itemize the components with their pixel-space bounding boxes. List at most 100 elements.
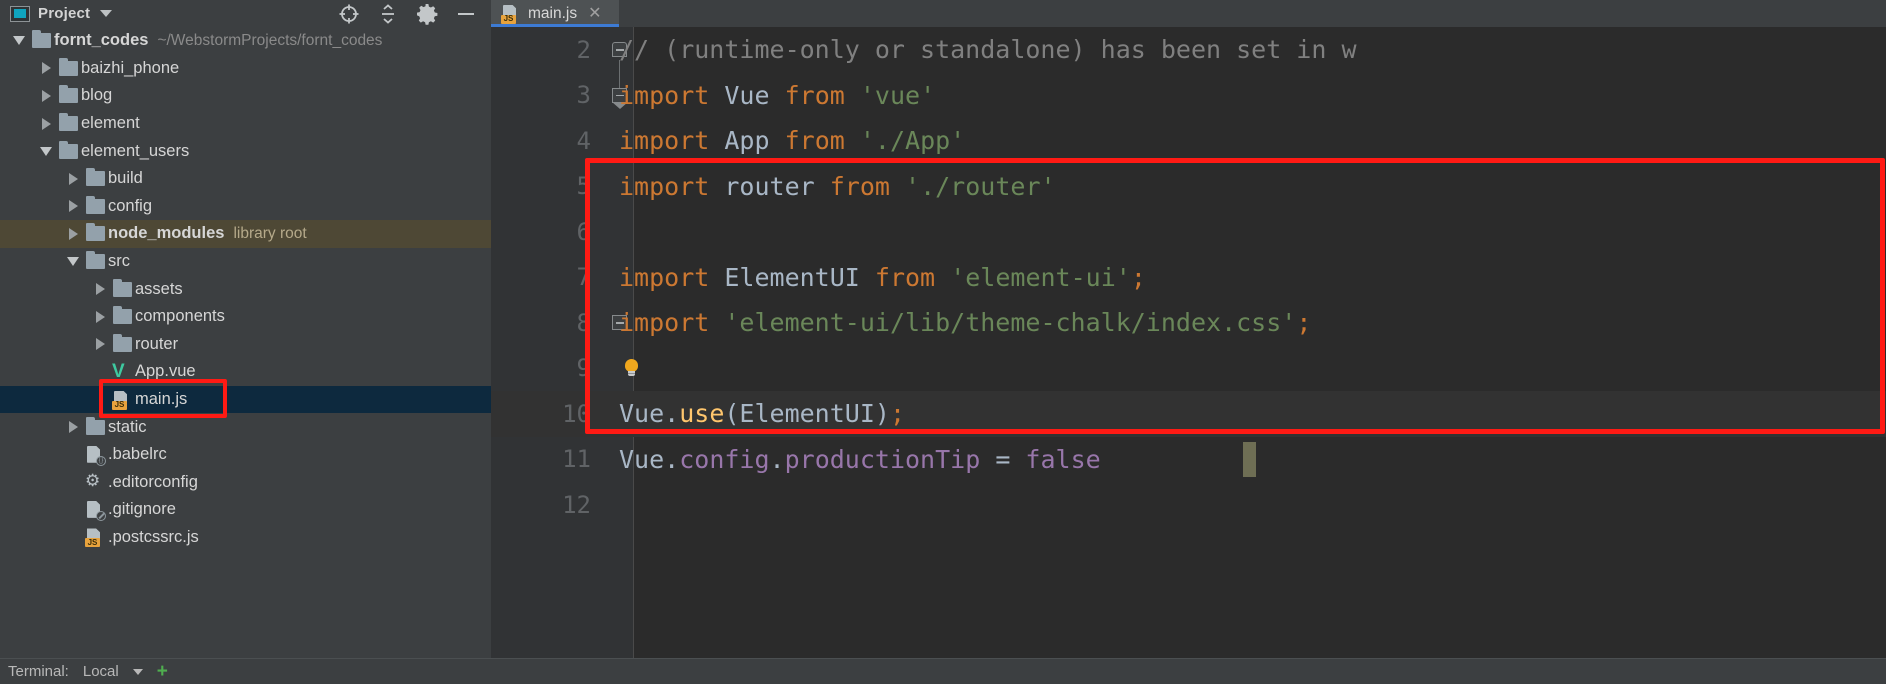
line-number: 8: [576, 308, 591, 337]
code-line-text: import App from './App': [619, 126, 966, 156]
tree-item-src[interactable]: src: [0, 248, 491, 276]
ignored-file-icon: [82, 500, 108, 521]
code-line[interactable]: 2 // (runtime-only or standalone) has bee…: [491, 27, 1886, 73]
tree-item-label: node_modules: [108, 224, 225, 243]
tree-item-secondary-label: ~/WebstormProjects/fornt_codes: [157, 31, 383, 49]
code-line-text: import router from './router': [619, 171, 1056, 201]
code-line[interactable]: 3 import Vue from 'vue': [491, 73, 1886, 119]
chevron-down-icon[interactable]: [10, 36, 28, 46]
folder-icon: [28, 30, 54, 49]
tree-item-build[interactable]: build: [0, 165, 491, 193]
folder-icon: [55, 140, 81, 159]
chevron-down-icon[interactable]: [64, 257, 82, 267]
close-icon[interactable]: ✕: [588, 5, 601, 22]
tree-item-element-users[interactable]: element_users: [0, 137, 491, 165]
project-tool-window: Project fornt_codes ~/WebstormProjects/f…: [0, 0, 491, 684]
vue-file-icon: V: [112, 360, 125, 382]
terminal-session-label[interactable]: Local: [83, 663, 119, 680]
tree-item-router[interactable]: router: [0, 331, 491, 359]
line-number: 7: [576, 263, 591, 292]
tree-item-gitignore[interactable]: .gitignore: [0, 496, 491, 524]
hide-icon[interactable]: [455, 3, 477, 25]
code-line[interactable]: 4 import App from './App': [491, 118, 1886, 164]
chevron-right-icon[interactable]: [64, 172, 82, 185]
code-line[interactable]: 12: [491, 482, 1886, 528]
chevron-right-icon[interactable]: [91, 310, 109, 323]
code-line[interactable]: 7 import ElementUI from 'element-ui';: [491, 255, 1886, 301]
line-number: 4: [576, 126, 591, 155]
chevron-right-icon[interactable]: [91, 338, 109, 351]
folder-icon: [109, 306, 135, 325]
tree-item-node-modules[interactable]: node_modules library root: [0, 220, 491, 248]
chevron-right-icon[interactable]: [91, 283, 109, 296]
tree-item-secondary-label: library root: [233, 224, 307, 242]
line-number: 10: [562, 399, 591, 428]
editor-tab-bar: JS main.js ✕: [491, 0, 1886, 27]
tree-item-app-vue[interactable]: V App.vue: [0, 358, 491, 386]
chevron-right-icon[interactable]: [64, 421, 82, 434]
js-file-icon: JS: [82, 527, 108, 548]
tree-item-label: element_users: [81, 141, 190, 160]
project-title-group[interactable]: Project: [0, 5, 113, 22]
tree-item-baizhi-phone[interactable]: baizhi_phone: [0, 55, 491, 83]
chevron-right-icon[interactable]: [37, 62, 55, 75]
code-editor[interactable]: 2 // (runtime-only or standalone) has bee…: [491, 27, 1886, 684]
code-line-text: import 'element-ui/lib/theme-chalk/index…: [619, 308, 1312, 338]
project-panel-actions: [337, 2, 491, 26]
folder-icon: [109, 278, 135, 297]
locate-icon[interactable]: [337, 2, 361, 26]
tree-item-label: main.js: [135, 390, 188, 409]
tree-item-label: components: [135, 307, 225, 326]
code-line-text: Vue.use(ElementUI);: [619, 399, 906, 429]
tree-item-assets[interactable]: assets: [0, 275, 491, 303]
tree-item-label: config: [108, 196, 153, 215]
chevron-down-icon[interactable]: [132, 668, 143, 675]
tree-item-label: router: [135, 334, 179, 353]
tree-item-label: build: [108, 169, 143, 188]
tree-item-config[interactable]: config: [0, 193, 491, 221]
code-line[interactable]: 10 Vue.use(ElementUI);: [491, 391, 1886, 437]
tree-item-label: .gitignore: [108, 500, 176, 519]
chevron-right-icon[interactable]: [37, 117, 55, 130]
tree-item-element[interactable]: element: [0, 110, 491, 138]
tree-item-label: fornt_codes: [54, 31, 149, 50]
tree-item-label: src: [108, 252, 130, 271]
settings-gear-icon[interactable]: [415, 2, 439, 26]
code-line-text: Vue.config.productionTip = false: [619, 444, 1101, 474]
tree-item-label: baizhi_phone: [81, 58, 180, 77]
code-line[interactable]: 6: [491, 209, 1886, 255]
tree-item-main-js[interactable]: JS main.js: [0, 385, 491, 414]
tree-item-blog[interactable]: blog: [0, 82, 491, 110]
editor-tab-main-js[interactable]: JS main.js ✕: [491, 0, 619, 27]
chevron-down-icon[interactable]: [100, 10, 113, 17]
code-line[interactable]: 9: [491, 346, 1886, 392]
chevron-down-icon[interactable]: [37, 146, 55, 156]
code-line[interactable]: 11 Vue.config.productionTip = false: [491, 437, 1886, 483]
tree-item-label: assets: [135, 279, 183, 298]
folder-icon: [82, 223, 108, 242]
code-lines-container[interactable]: 2 // (runtime-only or standalone) has bee…: [491, 27, 1886, 528]
chevron-right-icon[interactable]: [37, 89, 55, 102]
chevron-right-icon[interactable]: [64, 227, 82, 240]
code-line-text: import Vue from 'vue': [619, 80, 936, 110]
code-line[interactable]: 5 import router from './router': [491, 164, 1886, 210]
folder-icon: [55, 113, 81, 132]
collapse-all-icon[interactable]: [377, 3, 399, 25]
tree-item-editorconfig[interactable]: ⚙ .editorconfig: [0, 469, 491, 497]
plus-icon[interactable]: +: [157, 662, 168, 681]
js-file-icon: JS: [109, 390, 135, 410]
line-number: 2: [576, 35, 591, 64]
code-line-text: // (runtime-only or standalone) has been…: [619, 35, 1357, 65]
intention-bulb-icon[interactable]: [624, 358, 639, 378]
tree-item-label: static: [108, 417, 147, 436]
tree-item-postcssrc-js[interactable]: JS .postcssrc.js: [0, 524, 491, 552]
chevron-right-icon[interactable]: [64, 200, 82, 213]
terminal-label[interactable]: Terminal:: [8, 663, 69, 680]
tree-item-components[interactable]: components: [0, 303, 491, 331]
tree-item-fornt-codes[interactable]: fornt_codes ~/WebstormProjects/fornt_code…: [0, 27, 491, 55]
tree-item-babelrc[interactable]: {} .babelrc: [0, 441, 491, 469]
project-file-tree[interactable]: fornt_codes ~/WebstormProjects/fornt_code…: [0, 27, 491, 658]
tree-item-static[interactable]: static: [0, 413, 491, 441]
tree-item-label: .postcssrc.js: [108, 527, 199, 546]
code-line[interactable]: 8 import 'element-ui/lib/theme-chalk/inde…: [491, 300, 1886, 346]
